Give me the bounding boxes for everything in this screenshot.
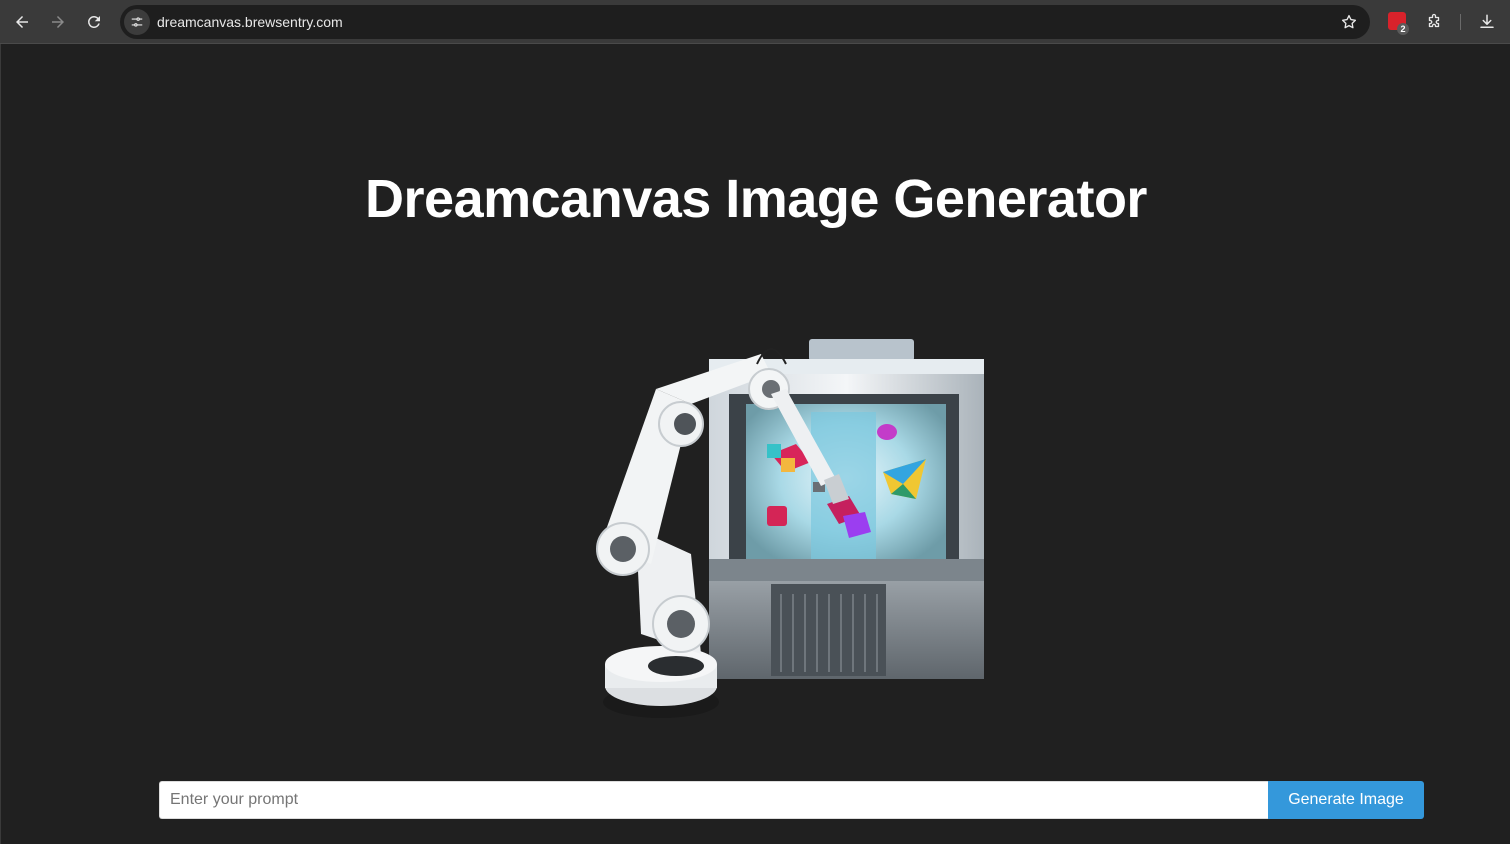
site-info-button[interactable] (124, 9, 150, 35)
generate-image-button[interactable]: Generate Image (1268, 781, 1424, 819)
prompt-input[interactable] (159, 781, 1268, 819)
extension-badge-count: 2 (1397, 23, 1409, 35)
site-info-icon (131, 17, 143, 27)
back-arrow-icon (16, 16, 28, 28)
browser-toolbar: dreamcanvas.brewsentry.com 2 (0, 0, 1510, 44)
prompt-form: Generate Image (159, 781, 1424, 819)
url-text[interactable]: dreamcanvas.brewsentry.com (157, 5, 343, 39)
back-button[interactable] (8, 8, 36, 36)
robot-arm-illustration (596, 339, 984, 718)
puzzle-icon (1428, 13, 1440, 28)
forward-arrow-icon (52, 16, 64, 28)
bookmark-star-icon (1341, 14, 1357, 29)
reload-icon (88, 15, 100, 28)
page-content: Dreamcanvas Image Generator Enter your p… (0, 44, 1510, 844)
forward-button[interactable] (44, 8, 72, 36)
download-icon (1480, 14, 1494, 28)
address-bar[interactable]: dreamcanvas.brewsentry.com (120, 5, 1370, 39)
toolbar-divider (1460, 14, 1461, 30)
reload-button[interactable] (80, 8, 108, 36)
downloads-button[interactable] (1475, 10, 1499, 34)
extensions-button[interactable] (1422, 10, 1446, 34)
bookmark-button[interactable] (1338, 11, 1360, 33)
page-title: Dreamcanvas Image Generator (365, 169, 1147, 229)
